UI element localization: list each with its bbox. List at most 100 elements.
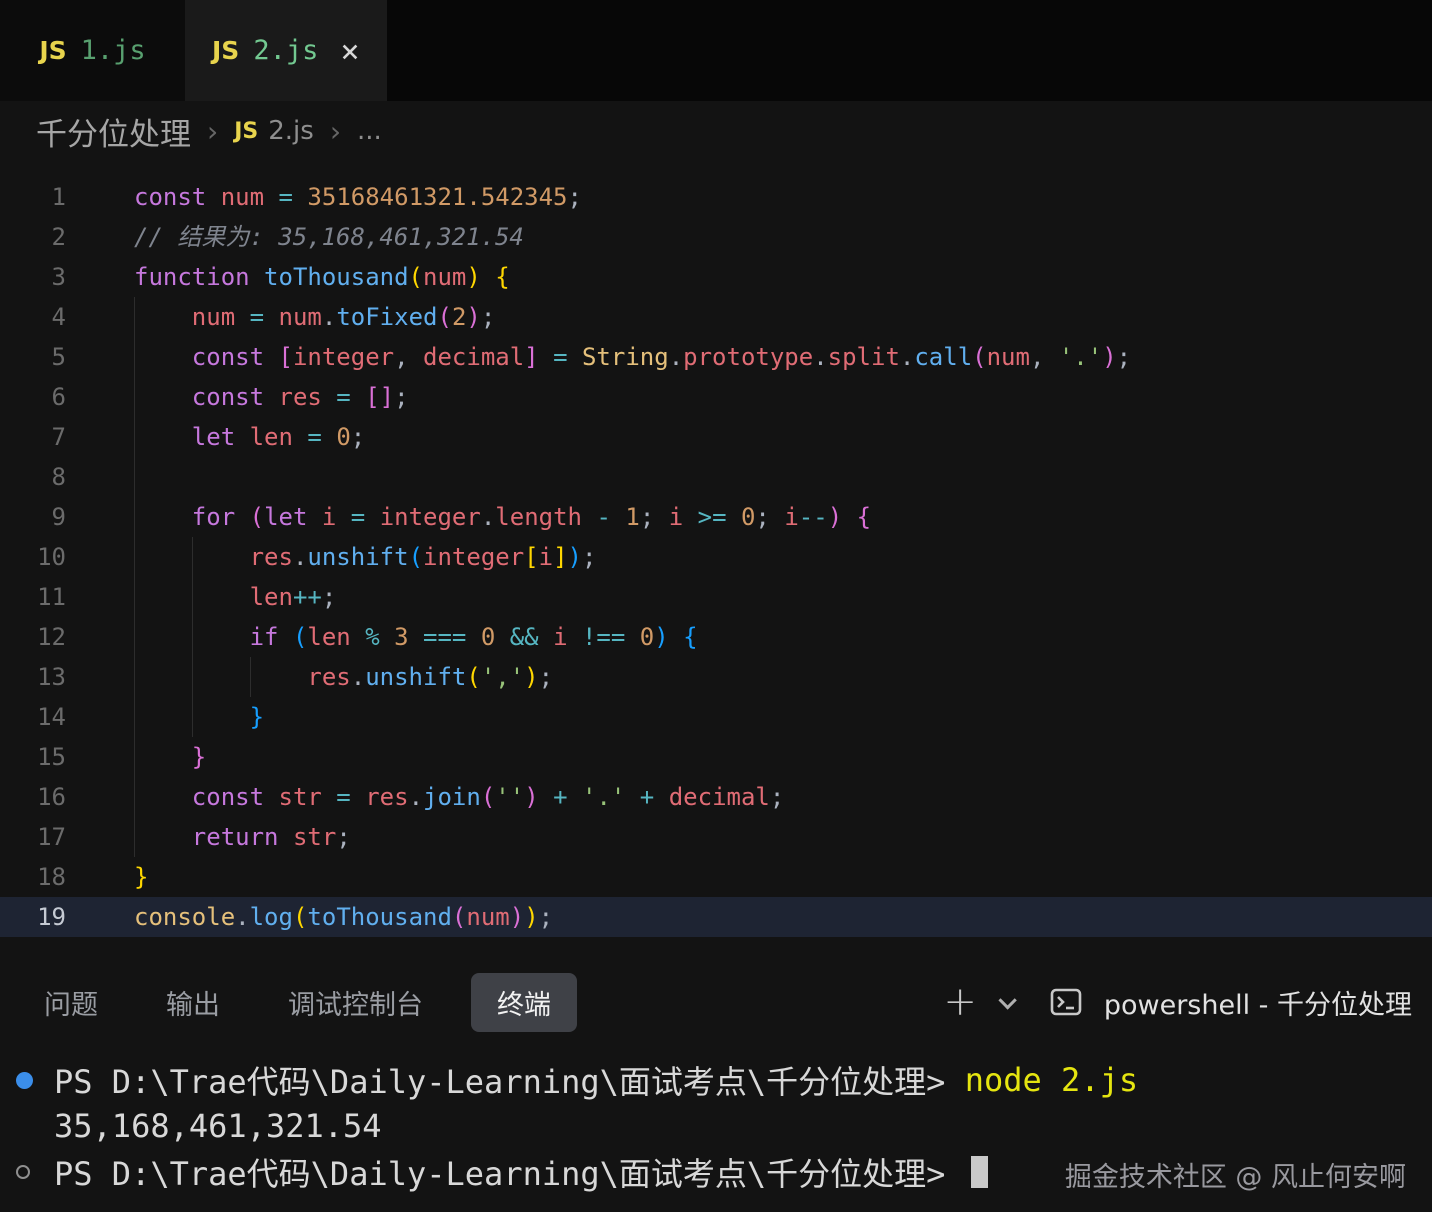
code-line[interactable]: 5 const [integer, decimal] = String.prot… [0, 337, 1432, 377]
code-line[interactable]: 10 res.unshift(integer[i]); [0, 537, 1432, 577]
indent-guide [192, 657, 193, 697]
indent-guide [134, 417, 135, 457]
indent-guide [134, 817, 135, 857]
code-line[interactable]: 14 } [0, 697, 1432, 737]
chevron-down-icon[interactable] [998, 991, 1016, 1009]
code-line[interactable]: 19 console.log(toThousand(num)); [0, 897, 1432, 937]
breadcrumb-separator: › [330, 115, 341, 148]
code-line[interactable]: 1 const num = 35168461321.542345; [0, 177, 1432, 217]
close-icon[interactable]: × [340, 35, 359, 67]
indent-guide [134, 297, 135, 337]
terminal-line: 35,168,461,321.54 [16, 1103, 1432, 1149]
tab-1.js[interactable]: JS1.js [0, 0, 186, 101]
indent-guide [134, 737, 135, 777]
panel-tab-debug-console[interactable]: 调试控制台 [284, 973, 427, 1032]
terminal-text: 35,168,461,321.54 [54, 1107, 382, 1145]
indent-guide [134, 497, 135, 537]
line-number: 3 [0, 257, 66, 297]
indent-guide [250, 657, 251, 697]
code-line[interactable]: 16 const str = res.join('') + '.' + deci… [0, 777, 1432, 817]
panel-tab-row: 问题 输出 调试控制台终端 + powershell - 千分位处理 [0, 963, 1432, 1041]
indent-guide [134, 697, 135, 737]
indent-guide [134, 457, 135, 497]
new-terminal-button[interactable]: + [943, 982, 977, 1022]
panel-tab-output[interactable]: 输出 [162, 973, 224, 1032]
code-line[interactable]: 9 for (let i = integer.length - 1; i >= … [0, 497, 1432, 537]
terminal-pending-ring-icon [16, 1165, 54, 1179]
terminal-success-dot-icon [16, 1072, 54, 1089]
line-number: 15 [0, 737, 66, 777]
js-file-icon: JS [212, 36, 239, 65]
code-text: if (len % 3 === 0 && i !== 0) { [134, 617, 698, 657]
terminal-session-label[interactable]: powershell - 千分位处理 [1104, 983, 1412, 1022]
code-text: return str; [134, 817, 351, 857]
code-text: const num = 35168461321.542345; [134, 177, 582, 217]
indent-guide [134, 777, 135, 817]
terminal-line: PS D:\Trae代码\Daily-Learning\面试考点\千分位处理> … [16, 1057, 1432, 1103]
code-line[interactable]: 2// 结果为: 35,168,461,321.54 [0, 217, 1432, 257]
indent-guide [192, 697, 193, 737]
code-text: const str = res.join('') + '.' + decimal… [134, 777, 784, 817]
line-number: 8 [0, 457, 66, 497]
code-text: const [integer, decimal] = String.protot… [134, 337, 1131, 377]
code-text: res.unshift(','); [134, 657, 553, 697]
code-text: res.unshift(integer[i]); [134, 537, 596, 577]
panel-tab-terminal[interactable]: 终端 [471, 973, 577, 1032]
breadcrumb-item-more[interactable]: ... [357, 116, 382, 146]
code-line[interactable]: 11 len++; [0, 577, 1432, 617]
code-text: console.log(toThousand(num)); [134, 897, 553, 937]
code-text: function toThousand(num) { [134, 257, 510, 297]
line-number: 6 [0, 377, 66, 417]
code-line[interactable]: 3 function toThousand(num) { [0, 257, 1432, 297]
breadcrumb-item-file[interactable]: JS2.js [234, 116, 314, 146]
tab-bar: JS1.jsJS2.js× [0, 0, 1432, 101]
code-line[interactable]: 17 return str; [0, 817, 1432, 857]
code-text: } [134, 737, 206, 777]
indent-guide [134, 377, 135, 417]
tab-2.js[interactable]: JS 2.js × [186, 0, 387, 101]
line-number: 13 [0, 657, 66, 697]
line-number: 18 [0, 857, 66, 897]
code-text: len++; [134, 577, 336, 617]
code-text: for (let i = integer.length - 1; i >= 0;… [134, 497, 871, 537]
line-number: 4 [0, 297, 66, 337]
code-line[interactable]: 12 if (len % 3 === 0 && i !== 0) { [0, 617, 1432, 657]
line-number: 14 [0, 697, 66, 737]
code-line[interactable]: 8 [0, 457, 1432, 497]
line-number: 19 [0, 897, 66, 937]
code-line[interactable]: 7 let len = 0; [0, 417, 1432, 457]
indent-guide [134, 337, 135, 377]
panel-actions: + powershell - 千分位处理 [943, 982, 1412, 1022]
breadcrumb-separator: › [207, 115, 218, 148]
code-text: // 结果为: 35,168,461,321.54 [134, 217, 524, 257]
code-line[interactable]: 6 const res = []; [0, 377, 1432, 417]
line-number: 1 [0, 177, 66, 217]
line-number: 17 [0, 817, 66, 857]
code-text: } [134, 857, 148, 897]
code-editor[interactable]: 1 const num = 35168461321.542345;2// 结果为:… [0, 161, 1432, 963]
breadcrumb-item-folder[interactable]: 千分位处理 [36, 109, 191, 154]
line-number: 11 [0, 577, 66, 617]
line-number: 10 [0, 537, 66, 577]
panel-tab-problems[interactable]: 问题 [40, 973, 102, 1032]
code-text: } [134, 697, 264, 737]
indent-guide [134, 537, 135, 577]
ide-window: JS1.jsJS2.js× 千分位处理›JS2.js›... 1const nu… [0, 0, 1432, 1195]
panel-tab-bar: 问题 输出 调试控制台终端 [40, 973, 621, 1032]
code-line[interactable]: 13 res.unshift(','); [0, 657, 1432, 697]
js-file-icon: JS [234, 119, 258, 144]
indent-guide [192, 537, 193, 577]
tab-label: 2.js [253, 35, 318, 66]
js-file-icon: JS [39, 36, 66, 65]
code-text: let len = 0; [134, 417, 365, 457]
code-text: num = num.toFixed(2); [134, 297, 495, 337]
code-line[interactable]: 15 } [0, 737, 1432, 777]
code-line[interactable]: 4 num = num.toFixed(2); [0, 297, 1432, 337]
line-number: 7 [0, 417, 66, 457]
indent-guide [134, 577, 135, 617]
line-number: 12 [0, 617, 66, 657]
code-line[interactable]: 18} [0, 857, 1432, 897]
terminal-text: PS D:\Trae代码\Daily-Learning\面试考点\千分位处理> [54, 1149, 965, 1195]
line-number: 5 [0, 337, 66, 377]
terminal-icon [1050, 988, 1082, 1016]
